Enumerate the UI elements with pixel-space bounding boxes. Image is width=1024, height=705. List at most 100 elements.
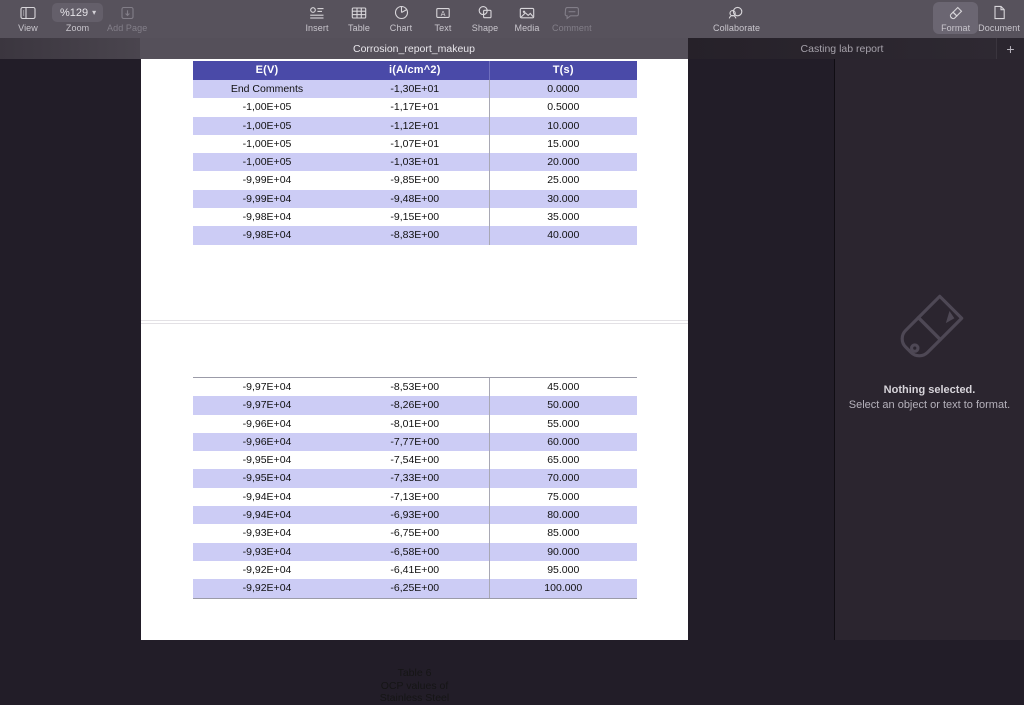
table-cell: -8,01E+00 [341,414,489,433]
insert-label: Insert [305,23,329,33]
document-button[interactable]: Document [978,0,1020,33]
new-tab-button[interactable]: + [996,38,1024,59]
table-cell: -9,99E+04 [193,189,341,209]
format-label: Format [941,23,971,33]
table-row[interactable]: -1,00E+05 -1,17E+01 0.5000 [193,98,637,117]
table-cell: -9,92E+04 [193,560,341,580]
table-cell: -1,03E+01 [341,153,489,172]
table-button[interactable]: Table [342,0,376,33]
table-row[interactable]: -1,00E+05 -1,07E+01 15.000 [193,134,637,154]
tab-casting-lab-report[interactable]: Casting lab report [688,38,996,59]
format-panel-subtitle: Select an object or text to format. [848,398,1011,411]
table-cell: 0.5000 [488,98,637,117]
tab-corrosion-report-makeup[interactable]: Corrosion_report_makeup [140,38,688,59]
table-cell: -8,83E+00 [341,226,489,245]
add-page-button[interactable]: Add Page [103,0,151,33]
table-cell: -1,07E+01 [341,134,489,154]
table-row[interactable]: -9,93E+04 -6,58E+00 90.000 [193,542,637,561]
table-row[interactable]: -1,00E+05 -1,03E+01 20.000 [193,153,637,172]
table-cell: -1,00E+05 [193,134,341,154]
table-cell: -9,15E+00 [341,208,489,227]
text-label: Text [434,23,452,33]
table-row[interactable]: -9,97E+04 -8,53E+00 45.000 [193,377,637,397]
view-button[interactable]: View [4,0,52,33]
caption-line-1: Table 6 [397,667,432,679]
table-cell: 35.000 [488,208,637,227]
toolbar-left-group: View %129 ▾ Zoom Add Page [4,0,151,38]
document-workspace: E(V) i(A/cm^2) T(s) End Comments -1,30E+0… [0,59,1024,704]
insert-icon [309,4,325,21]
table-row[interactable]: -9,92E+04 -6,41E+00 95.000 [193,560,637,580]
table-cell: -6,41E+00 [341,560,489,580]
table-row[interactable]: -9,95E+04 -7,33E+00 70.000 [193,469,637,488]
table-cell: -6,75E+00 [341,524,489,543]
table-body-part1: End Comments -1,30E+01 0.0000 -1,00E+05 -1,1… [193,80,637,245]
table-cell: 20.000 [488,153,637,172]
table-row[interactable]: -9,96E+04 -8,01E+00 55.000 [193,414,637,433]
table-row[interactable]: -9,94E+04 -7,13E+00 75.000 [193,487,637,507]
table-row[interactable]: -9,99E+04 -9,85E+00 25.000 [193,171,637,190]
format-button[interactable]: Format [933,2,979,34]
caption-line-3: Stainless Steel [379,692,450,705]
ocp-values-table-part2[interactable]: -9,97E+04 -8,53E+00 45.000 -9,97E+04 -8,26E+… [193,377,637,599]
zoom-value-pill[interactable]: %129 ▾ [52,3,104,22]
paintbrush-icon-large [891,289,969,372]
tab-other-label: Casting lab report [800,42,884,55]
document-page-1[interactable]: E(V) i(A/cm^2) T(s) End Comments -1,30E+0… [141,59,688,320]
svg-text:A: A [441,9,446,18]
comment-icon [564,4,580,21]
zoom-label: Zoom [65,23,90,33]
media-icon [519,4,535,21]
media-button[interactable]: Media [510,0,544,33]
table-cell: 55.000 [488,414,637,433]
canvas-right-margin [688,59,835,640]
comment-button[interactable]: Comment [552,0,592,33]
table-cell: -9,97E+04 [193,377,341,397]
table-row[interactable]: -9,93E+04 -6,75E+00 85.000 [193,524,637,543]
paintbrush-icon [948,5,963,22]
table-caption: Table 6 OCP values of Stainless Steel [141,667,688,705]
table-cell: -9,92E+04 [193,579,341,599]
table-row[interactable]: -9,97E+04 -8,26E+00 50.000 [193,396,637,415]
collaborate-button[interactable]: Collaborate [713,0,760,33]
table-cell: -9,96E+04 [193,432,341,452]
table-row[interactable]: -9,96E+04 -7,77E+00 60.000 [193,432,637,452]
table-cell: 100.000 [488,579,637,599]
table-row[interactable]: -1,00E+05 -1,12E+01 10.000 [193,116,637,135]
table-row[interactable]: -9,95E+04 -7,54E+00 65.000 [193,451,637,470]
sidebar-icon [20,4,36,21]
table-cell: 80.000 [488,506,637,525]
table-cell: -1,00E+05 [193,153,341,172]
ocp-values-table-part1[interactable]: E(V) i(A/cm^2) T(s) End Comments -1,30E+0… [193,61,637,245]
format-inspector-panel: Nothing selected. Select an object or te… [835,59,1024,640]
table-cell: -9,93E+04 [193,542,341,561]
document-page-2[interactable]: -9,97E+04 -8,53E+00 45.000 -9,97E+04 -8,26E+… [141,324,688,704]
table-row[interactable]: -9,98E+04 -8,83E+00 40.000 [193,226,637,245]
table-row[interactable]: -9,92E+04 -6,25E+00 100.000 [193,579,637,599]
chevron-down-icon: ▾ [92,8,97,17]
toolbar-collaborate-group: Collaborate [713,0,760,38]
table-cell: -9,85E+00 [341,171,489,190]
insert-button[interactable]: Insert [300,0,334,33]
table-cell: -9,99E+04 [193,171,341,190]
table-row[interactable]: End Comments -1,30E+01 0.0000 [193,80,637,99]
table-cell: -9,94E+04 [193,487,341,507]
table-cell: -7,13E+00 [341,487,489,507]
table-cell: -9,93E+04 [193,524,341,543]
table-cell: -1,30E+01 [341,80,489,99]
table-cell: 90.000 [488,542,637,561]
table-cell: -7,54E+00 [341,451,489,470]
text-button[interactable]: A Text [426,0,460,33]
table-row[interactable]: -9,99E+04 -9,48E+00 30.000 [193,189,637,209]
collaborate-label: Collaborate [713,23,761,33]
table-cell: 10.000 [488,116,637,135]
add-page-label: Add Page [106,23,148,33]
chart-icon [394,4,409,21]
chart-button[interactable]: Chart [384,0,418,33]
table-header-row: E(V) i(A/cm^2) T(s) [193,61,637,80]
table-row[interactable]: -9,98E+04 -9,15E+00 35.000 [193,208,637,227]
shape-button[interactable]: Shape [468,0,502,33]
table-row[interactable]: -9,94E+04 -6,93E+00 80.000 [193,506,637,525]
zoom-control[interactable]: %129 ▾ Zoom [52,0,104,33]
view-label: View [18,23,38,33]
